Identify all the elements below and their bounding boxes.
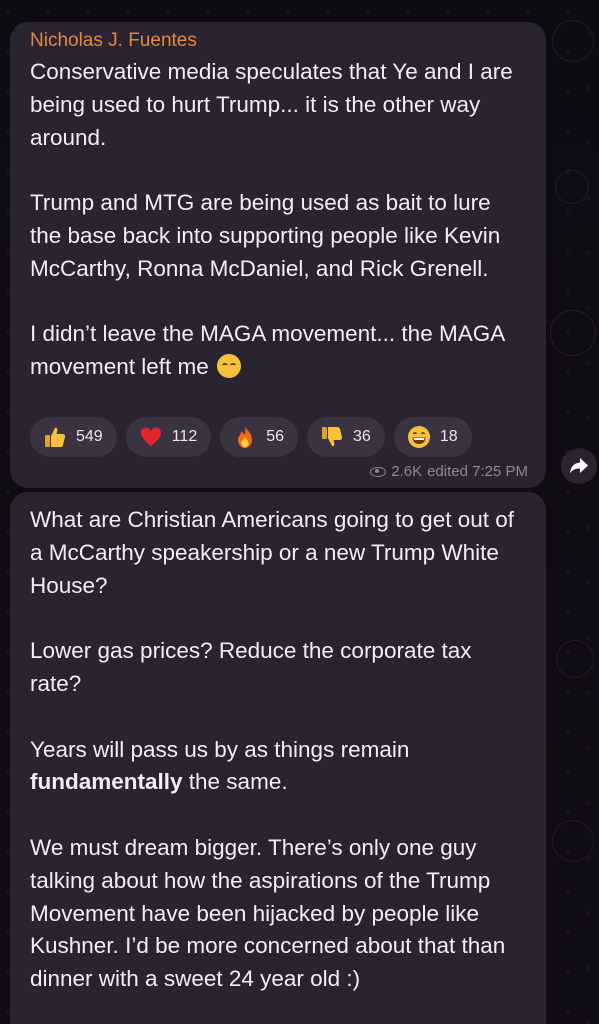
- message-paragraph: Lower gas prices? Reduce the corporate t…: [30, 638, 478, 696]
- message-body: Conservative media speculates that Ye an…: [30, 59, 513, 380]
- message-bubble[interactable]: Nicholas J. Fuentes Conservative media s…: [10, 22, 546, 488]
- grinning-face-icon: [407, 426, 430, 448]
- reaction-thumbs-down[interactable]: 36: [307, 417, 385, 457]
- message-bubble[interactable]: What are Christian Americans going to ge…: [10, 492, 546, 1024]
- reaction-count: 112: [171, 428, 198, 445]
- reaction-fire[interactable]: 56: [220, 417, 299, 457]
- background-doodle: [556, 640, 594, 678]
- message-meta: 2.6K edited 7:25 PM: [370, 463, 528, 480]
- background-doodle: [550, 310, 596, 356]
- background-doodle: [552, 20, 594, 62]
- message-paragraph: Years will pass us by as things remain: [30, 736, 416, 762]
- reaction-thumbs-up[interactable]: 549: [30, 417, 117, 457]
- pensive-face-emoji: [217, 354, 242, 379]
- thumbs-down-icon: [322, 427, 343, 447]
- message-paragraph: We must dream bigger. There’s only one g…: [30, 834, 512, 992]
- reaction-grinning[interactable]: 18: [393, 417, 472, 457]
- message-paragraph: What are Christian Americans going to ge…: [30, 507, 521, 598]
- background-doodle: [555, 170, 589, 204]
- reactions-bar: 549 112 56 36 18: [30, 417, 472, 457]
- edited-timestamp: edited 7:25 PM: [427, 463, 528, 480]
- message-text: What are Christian Americans going to ge…: [30, 504, 528, 996]
- fire-icon: [238, 426, 253, 448]
- red-heart-icon: [140, 427, 161, 446]
- message-text: Conservative media speculates that Ye an…: [30, 56, 528, 384]
- share-button[interactable]: [561, 448, 597, 484]
- forward-arrow-icon: [570, 458, 588, 474]
- background-doodle: [552, 820, 594, 862]
- reaction-count: 36: [353, 428, 371, 445]
- thumbs-up-icon: [45, 427, 66, 447]
- reaction-heart[interactable]: 112: [125, 417, 212, 457]
- reaction-count: 549: [76, 428, 103, 445]
- message-paragraph: the same.: [182, 769, 288, 795]
- sender-name[interactable]: Nicholas J. Fuentes: [30, 28, 528, 54]
- bold-text: fundamentally: [30, 769, 183, 795]
- reaction-count: 18: [439, 428, 458, 445]
- view-count: 2.6K: [391, 463, 423, 480]
- eye-icon: [370, 466, 387, 477]
- reaction-count: 56: [266, 428, 285, 445]
